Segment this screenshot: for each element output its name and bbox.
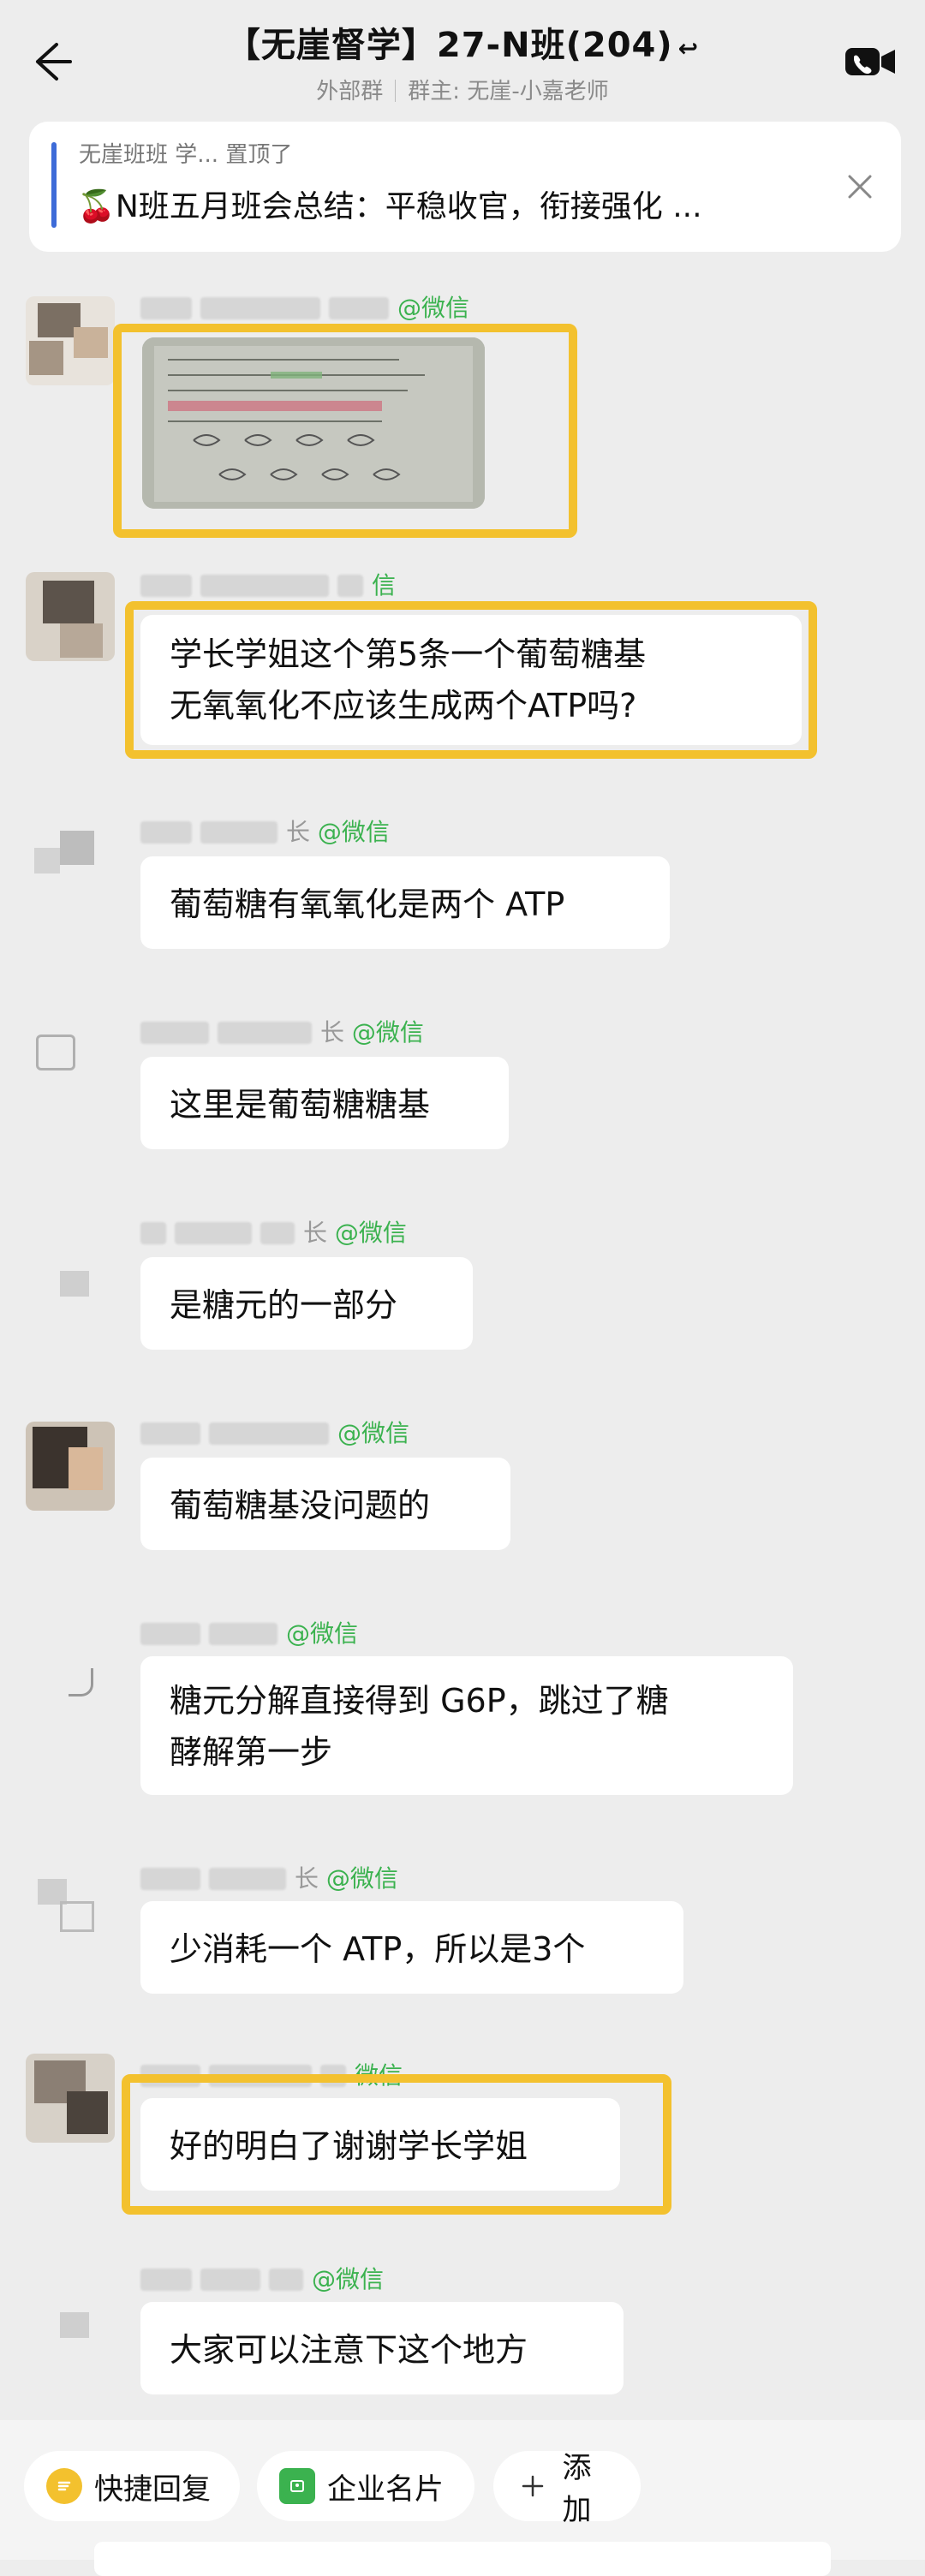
avatar[interactable] xyxy=(26,2054,115,2143)
external-group-label: 外部群 xyxy=(316,79,384,104)
plus-icon xyxy=(516,2468,550,2504)
video-call-icon[interactable] xyxy=(844,45,897,79)
message-input[interactable] xyxy=(94,2542,831,2576)
quick-action-bar: 快捷回复 企业名片 添加 xyxy=(0,2420,925,2560)
sender-name: @微信 xyxy=(140,289,469,324)
pinned-by-text: 无崖班班 学... 置顶了 xyxy=(79,142,293,168)
avatar[interactable] xyxy=(26,1867,115,1956)
avatar[interactable] xyxy=(26,296,115,385)
avatar[interactable] xyxy=(26,572,115,661)
subtitle-divider xyxy=(395,80,397,102)
message-bubble[interactable]: 好的明白了谢谢学长学姐 xyxy=(140,2098,620,2191)
sender-name: 长 @微信 xyxy=(140,814,390,848)
sender-name: @微信 xyxy=(140,2261,384,2295)
group-title: 【无崖督学】27-N班(204) ↩ xyxy=(225,26,700,65)
pinned-accent-bar xyxy=(51,142,57,228)
message-bubble[interactable]: 少消耗一个 ATP，所以是3个 xyxy=(140,1901,683,1994)
business-card-icon xyxy=(279,2468,315,2504)
avatar[interactable] xyxy=(26,1019,115,1108)
add-button[interactable]: 添加 xyxy=(493,2451,641,2527)
sender-name: 长 @微信 xyxy=(140,1860,398,1894)
sender-name: 长 @微信 xyxy=(140,1014,424,1048)
quick-reply-icon xyxy=(46,2468,82,2504)
avatar[interactable] xyxy=(26,1219,115,1309)
sender-name: 长 @微信 xyxy=(140,1214,407,1249)
message-bubble[interactable]: 是糖元的一部分 xyxy=(140,1257,473,1350)
business-card-button[interactable]: 企业名片 xyxy=(257,2451,474,2521)
ear-icon: ↩ xyxy=(677,34,700,63)
chat-header: 【无崖督学】27-N班(204) ↩ 外部群 群主: 无崖-小嘉老师 xyxy=(0,0,925,128)
message-bubble[interactable]: 葡萄糖基没问题的 xyxy=(140,1458,510,1550)
message-bubble[interactable]: 这里是葡萄糖糖基 xyxy=(140,1057,509,1149)
avatar[interactable] xyxy=(26,2295,115,2384)
worksheet-photo-icon xyxy=(142,337,485,509)
avatar[interactable] xyxy=(26,822,115,911)
quick-reply-button[interactable]: 快捷回复 xyxy=(24,2451,240,2521)
message-bubble[interactable]: 学长学姐这个第5条一个葡萄糖基 无氧氧化不应该生成两个ATP吗? xyxy=(140,615,802,745)
sender-name: @微信 xyxy=(140,1415,409,1449)
close-icon[interactable] xyxy=(843,170,877,204)
pinned-message-text: 🍒N班五月班会总结：平稳收官，衔接强化 ... xyxy=(77,189,702,224)
group-owner-label: 群主: 无崖-小嘉老师 xyxy=(408,79,609,104)
message-bubble[interactable]: 葡萄糖有氧氧化是两个 ATP xyxy=(140,856,670,949)
avatar[interactable] xyxy=(26,1622,115,1711)
group-subtitle: 外部群 群主: 无崖-小嘉老师 xyxy=(0,74,925,105)
message-bubble[interactable]: 大家可以注意下这个地方 xyxy=(140,2302,624,2394)
avatar[interactable] xyxy=(26,1422,115,1511)
sender-name: @微信 xyxy=(140,1615,358,1649)
message-bubble[interactable]: 糖元分解直接得到 G6P，跳过了糖 酵解第一步 xyxy=(140,1656,793,1795)
image-message[interactable] xyxy=(142,337,485,509)
sender-name: 信 xyxy=(140,567,396,601)
pinned-notice[interactable]: 无崖班班 学... 置顶了 🍒N班五月班会总结：平稳收官，衔接强化 ... xyxy=(29,122,901,252)
